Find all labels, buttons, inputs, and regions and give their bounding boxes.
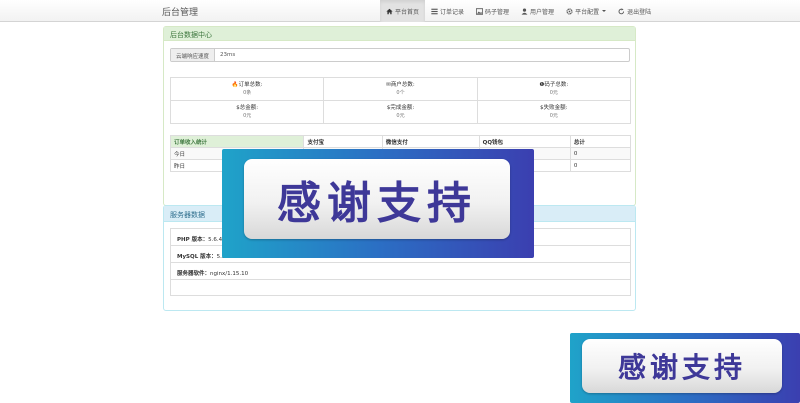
nav-logout[interactable]: 退出登陆 [612, 0, 657, 22]
nav-menu: 平台首页 订单记录 码子管理 用户管理 平台配置 退出登陆 [380, 0, 657, 22]
nav-home[interactable]: 平台首页 [380, 0, 426, 22]
nav-config-label: 平台配置 [575, 8, 600, 16]
stat-codes: ❶码子总数: 0元 [476, 77, 632, 101]
list-item: 服务器软件：nginx/1.15.10 [171, 263, 630, 280]
list-icon [431, 8, 438, 15]
revenue-header: QQ钱包 [478, 135, 571, 148]
nav-codes-label: 码子管理 [485, 8, 510, 16]
nav-orders[interactable]: 订单记录 [425, 0, 470, 22]
stat-failed-amount: $失败金额: 0元 [476, 100, 632, 124]
revenue-cell: 0 [569, 159, 632, 172]
thanks-banner-text: 感谢支持 [582, 339, 782, 393]
revenue-header: 总计 [569, 135, 632, 148]
home-icon [386, 8, 393, 15]
response-speed-group: 云端响应速度 23ms [170, 48, 630, 62]
stat-orders: 🔥订单总数: 0条 [169, 77, 325, 101]
nav-users-label: 用户管理 [530, 8, 555, 16]
stats-table: 🔥订单总数: 0条 ✉商户总数: 0个 ❶码子总数: 0元 $总金额: 0元 $… [169, 77, 632, 124]
brand-title[interactable]: 后台管理 [162, 5, 198, 18]
thanks-banner-large: 感谢支持 [222, 149, 534, 258]
nav-orders-label: 订单记录 [440, 8, 465, 16]
stat-total-amount: $总金额: 0元 [169, 100, 325, 124]
nav-codes[interactable]: 码子管理 [470, 0, 515, 22]
response-speed-value: 23ms [220, 52, 236, 58]
data-center-title: 后台数据中心 [164, 27, 635, 41]
response-speed-label: 云端响应速度 [171, 49, 216, 61]
revenue-header: 支付宝 [303, 135, 383, 148]
thanks-banner-small: 感谢支持 [570, 333, 800, 403]
fire-icon: 🔥 [231, 82, 239, 88]
gear-icon [566, 7, 573, 15]
logout-icon [618, 7, 625, 15]
stat-completed-amount: $完成金额: 0元 [323, 100, 478, 124]
stat-merchants: ✉商户总数: 0个 [323, 77, 478, 101]
revenue-header-row: 订单收入统计 支付宝 微信支付 QQ钱包 总计 [169, 135, 632, 148]
revenue-header: 订单收入统计 [169, 135, 305, 148]
revenue-header: 微信支付 [381, 135, 480, 148]
nav-logout-label: 退出登陆 [627, 8, 652, 16]
nav-home-label: 平台首页 [395, 8, 420, 16]
thanks-banner-text: 感谢支持 [244, 159, 510, 239]
nav-config[interactable]: 平台配置 [560, 0, 612, 22]
chevron-down-icon [602, 10, 607, 12]
user-icon [521, 7, 528, 15]
revenue-cell: 0 [569, 147, 632, 160]
top-navbar: 后台管理 平台首页 订单记录 码子管理 用户管理 平台配置 退出登陆 [0, 0, 800, 22]
nav-users[interactable]: 用户管理 [515, 0, 560, 22]
image-icon [475, 7, 484, 15]
